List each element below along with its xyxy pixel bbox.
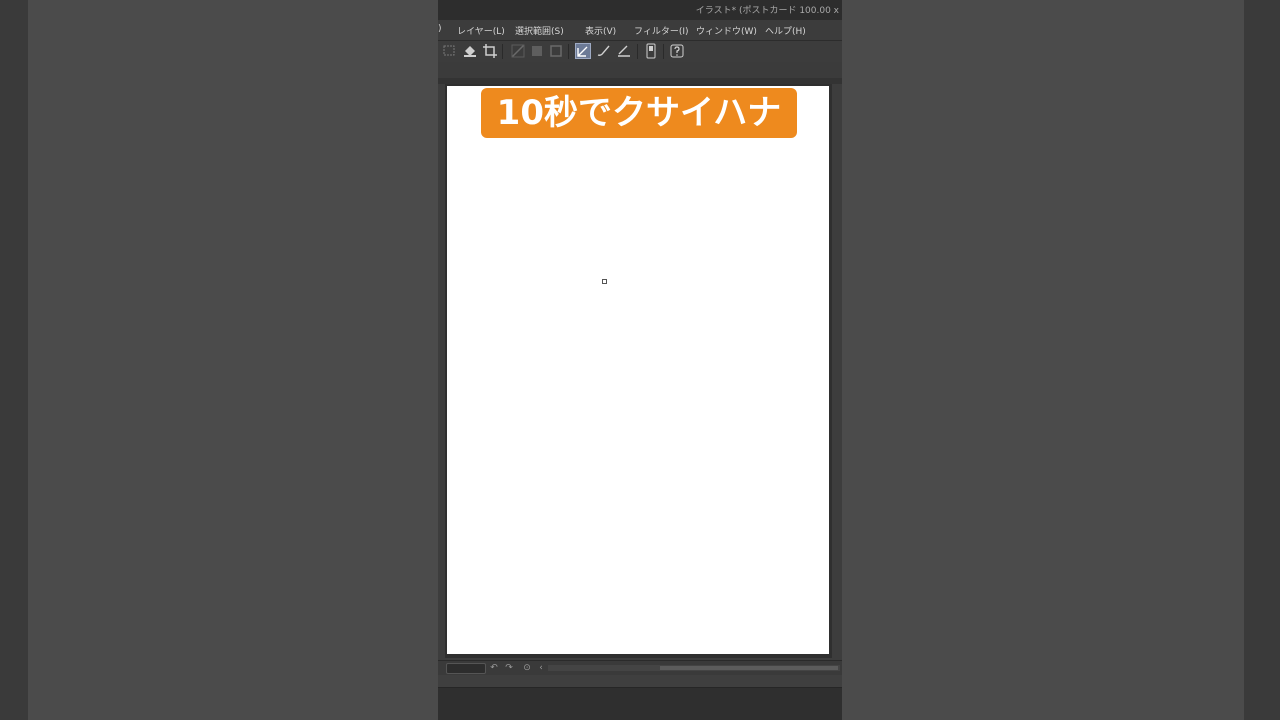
rotate-icon[interactable] xyxy=(529,43,545,59)
menu-item-help[interactable]: ヘルプ(H) xyxy=(765,24,806,37)
zoom-field[interactable] xyxy=(446,663,486,674)
menu-item-partial[interactable]: ) xyxy=(438,24,442,34)
pen-icon[interactable] xyxy=(575,43,591,59)
horizontal-scrollbar[interactable] xyxy=(548,665,840,671)
menu-item-layer[interactable]: レイヤー(L) xyxy=(457,24,505,37)
crop-icon[interactable] xyxy=(482,43,498,59)
smartphone-icon[interactable] xyxy=(643,43,659,59)
selection-icon[interactable] xyxy=(442,43,458,59)
command-toolbar xyxy=(438,41,842,63)
window-title: イラスト* (ポストカード 100.00 x xyxy=(695,6,839,16)
menu-item-selection[interactable]: 選択範囲(S) xyxy=(515,24,564,37)
right-edge xyxy=(1244,0,1280,720)
drawing-canvas[interactable]: 10秒でクサイハナ xyxy=(447,86,829,654)
brush-cursor-icon xyxy=(602,279,607,284)
bottom-panel xyxy=(438,687,842,720)
status-bar: ↶ ↷ ⊙ ‹ xyxy=(438,660,842,675)
transform-icon[interactable] xyxy=(510,43,526,59)
eraser-icon[interactable] xyxy=(616,43,632,59)
help-icon[interactable] xyxy=(669,43,685,59)
left-edge xyxy=(0,0,28,720)
layer-icon[interactable] xyxy=(548,43,564,59)
toolbar-separator xyxy=(637,44,638,59)
tool-property-strip xyxy=(438,62,842,78)
scrollbar-thumb[interactable] xyxy=(660,666,838,670)
rotate-reset-icon[interactable]: ⊙ xyxy=(521,662,533,674)
menu-item-view[interactable]: 表示(V) xyxy=(585,24,616,37)
brush-icon[interactable] xyxy=(595,43,611,59)
menu-bar: ) レイヤー(L) 選択範囲(S) 表示(V) フィルター(I) ウィンドウ(W… xyxy=(438,20,842,41)
fill-icon[interactable] xyxy=(462,43,478,59)
toolbar-separator xyxy=(663,44,664,59)
chevron-left-icon[interactable]: ‹ xyxy=(535,662,547,674)
menu-item-window[interactable]: ウィンドウ(W) xyxy=(696,24,757,37)
title-banner: 10秒でクサイハナ xyxy=(481,88,797,138)
menu-item-filter[interactable]: フィルター(I) xyxy=(634,24,689,37)
canvas-frame: 10秒でクサイハナ xyxy=(445,84,832,658)
app-window: イラスト* (ポストカード 100.00 x ) レイヤー(L) 選択範囲(S)… xyxy=(438,0,842,720)
undo-icon[interactable]: ↶ xyxy=(488,662,500,674)
toolbar-separator xyxy=(502,44,503,59)
redo-icon[interactable]: ↷ xyxy=(503,662,515,674)
bottom-band xyxy=(438,675,842,687)
title-bar: イラスト* (ポストカード 100.00 x xyxy=(438,0,842,20)
toolbar-separator xyxy=(568,44,569,59)
